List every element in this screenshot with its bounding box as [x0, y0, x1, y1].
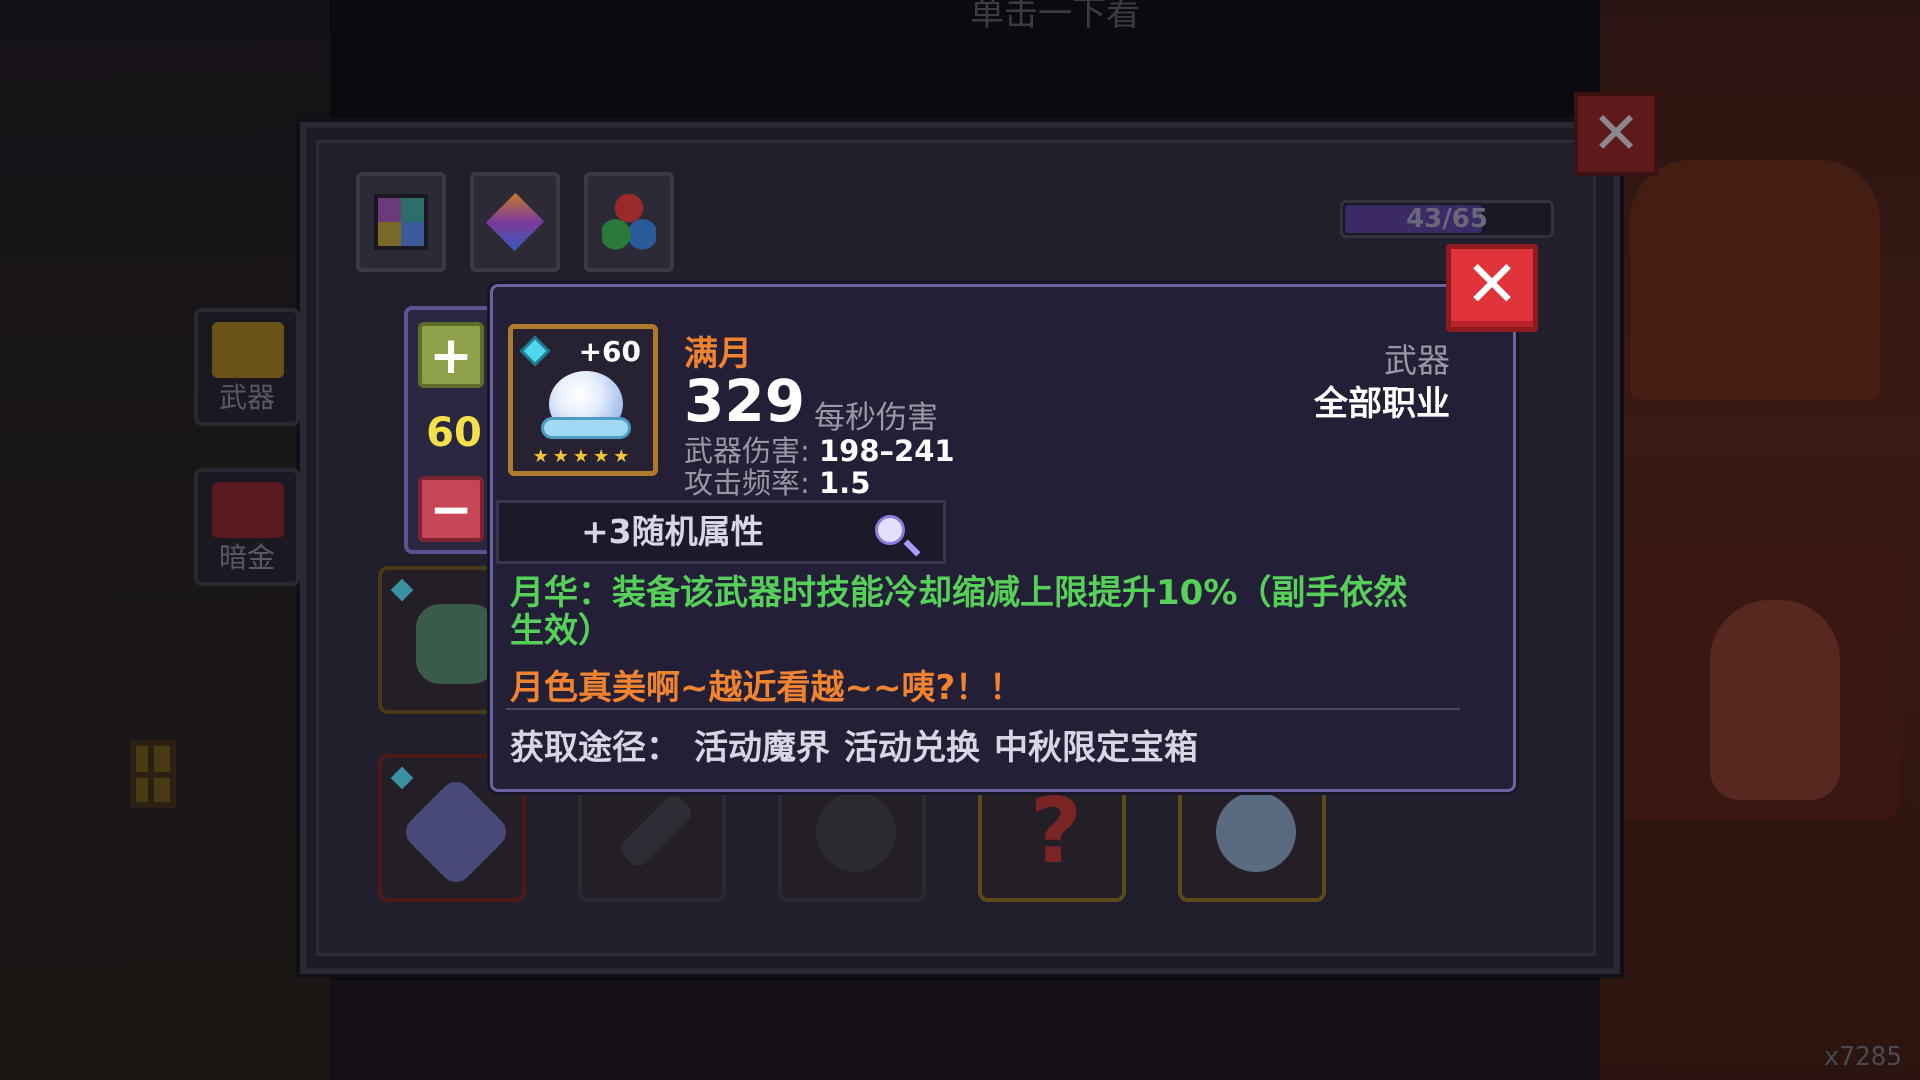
- source-label: 获取途径：: [510, 728, 680, 768]
- source-item: 活动魔界: [694, 728, 830, 768]
- rate-stat: 攻击频率: 1.5: [684, 460, 870, 502]
- tab-diamond[interactable]: [470, 172, 560, 272]
- progress-text: 43/65: [1406, 204, 1488, 234]
- flavor-text: 月色真美啊~越近看越~~咦?！！: [510, 668, 1024, 708]
- diamond-icon: [485, 192, 545, 252]
- side-tab-label: 暗金: [218, 541, 275, 574]
- decrease-button[interactable]: −: [418, 476, 484, 542]
- tab-grid[interactable]: [356, 172, 446, 272]
- source-item: 活动兑换: [844, 728, 980, 768]
- weapon-category: 武器: [1384, 341, 1450, 380]
- background-stall: [1630, 160, 1880, 400]
- question-mark-icon: ?: [1029, 779, 1083, 884]
- random-attribute-text: +3随机属性: [581, 512, 764, 551]
- background-hint-text: 单击一下看: [970, 0, 1140, 34]
- gems-icon: [602, 194, 656, 250]
- rate-value: 1.5: [819, 466, 871, 500]
- rarity-gem-icon: [390, 578, 414, 602]
- quantity-stepper: + 60 −: [404, 306, 504, 554]
- orb-weapon-icon: [816, 792, 896, 872]
- stepper-value: 60: [426, 410, 482, 456]
- divider: [506, 708, 1460, 710]
- skill-description: 月华：装备该武器时技能冷却缩减上限提升10%（副手依然生效）: [510, 573, 1408, 651]
- background-bunny-character: [1710, 600, 1840, 800]
- tab-gems[interactable]: [584, 172, 674, 272]
- rarity-gem-icon: [390, 766, 414, 790]
- increase-button[interactable]: +: [418, 322, 484, 388]
- side-tab-label: 武器: [218, 381, 275, 414]
- random-attribute-bar[interactable]: +3随机属性: [496, 500, 946, 564]
- rocket-weapon-icon: [399, 775, 513, 889]
- background-bottom: [330, 980, 1600, 1080]
- weapon-icon-frame: +60 ★★★★★: [508, 324, 658, 476]
- magnifier-handle: [903, 539, 921, 557]
- inventory-close-button[interactable]: ✕: [1574, 92, 1658, 176]
- source-line: 获取途径： 活动魔界 活动兑换 中秋限定宝箱: [510, 720, 1198, 769]
- dark-gold-chest-icon: [212, 482, 284, 538]
- rate-label: 攻击频率:: [684, 466, 810, 500]
- enhance-level: +60: [578, 335, 641, 368]
- full-moon-weapon-icon: [1216, 792, 1296, 872]
- cloud-icon: [541, 417, 631, 439]
- grid-icon: [374, 194, 428, 250]
- weapon-class: 全部职业: [1314, 384, 1450, 424]
- source-item: 中秋限定宝箱: [994, 728, 1198, 768]
- magnifier-icon[interactable]: [875, 515, 905, 545]
- side-tab-weapon[interactable]: 武器: [194, 308, 300, 426]
- side-tab-dark-gold[interactable]: 暗金: [194, 468, 300, 586]
- feather-weapon-icon: [617, 792, 695, 870]
- dragon-weapon-icon: [416, 604, 496, 684]
- weapon-chest-icon: [212, 322, 284, 378]
- background-window: [130, 740, 176, 808]
- background-score-text: x7285: [1823, 1042, 1902, 1072]
- collection-progress-bar: 43/65: [1340, 200, 1554, 238]
- rarity-gem-icon: [523, 339, 547, 363]
- tooltip-close-button[interactable]: ✕: [1446, 244, 1538, 332]
- dps-value: 329: [684, 367, 806, 435]
- star-rating: ★★★★★: [532, 446, 634, 467]
